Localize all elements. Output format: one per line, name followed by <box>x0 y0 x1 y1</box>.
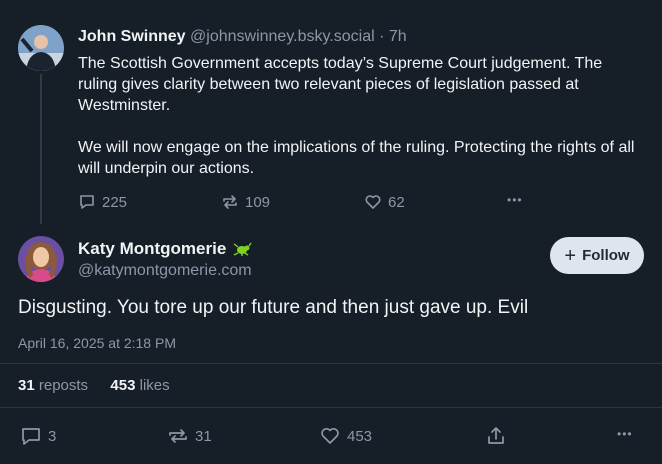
parent-reply-button[interactable]: 225 <box>78 193 127 211</box>
share-button[interactable] <box>485 425 507 447</box>
main-like-button[interactable]: 453 <box>319 426 372 446</box>
parent-more-button[interactable]: ••• <box>507 193 523 207</box>
parent-post-paragraph-1: The Scottish Government accepts today’s … <box>78 55 603 114</box>
repost-icon <box>169 429 187 443</box>
repost-stat[interactable]: 31 reposts <box>18 377 92 394</box>
plus-icon: + <box>564 244 577 267</box>
divider-top <box>0 363 662 364</box>
main-like-count: 453 <box>347 427 373 445</box>
parent-post-paragraph-2: We will now engage on the implications o… <box>78 139 635 177</box>
katy-montgomerie-avatar[interactable] <box>18 236 64 282</box>
reply-icon <box>80 195 94 209</box>
parent-like-button[interactable]: 62 <box>364 193 405 211</box>
main-repost-button[interactable]: 31 <box>167 426 212 446</box>
follow-button-label: Follow <box>582 247 630 264</box>
main-reply-button[interactable]: 3 <box>20 426 56 446</box>
main-reply-count: 3 <box>48 427 57 445</box>
main-author-row: Katy Montgomerie <box>78 239 252 259</box>
more-icon: ••• <box>507 193 523 207</box>
follow-button[interactable]: + Follow <box>550 237 644 274</box>
repost-stat-count: 31 <box>18 377 35 394</box>
share-icon <box>488 427 504 444</box>
main-author-handle[interactable]: @katymontgomerie.com <box>78 262 252 280</box>
engagement-stats: 31 reposts 453 likes <box>18 377 170 394</box>
parent-author-name[interactable]: John Swinney <box>78 28 186 45</box>
like-stat[interactable]: 453 likes <box>110 377 169 394</box>
main-more-button[interactable]: ••• <box>617 427 633 441</box>
main-repost-count: 31 <box>195 427 212 445</box>
like-icon <box>365 195 381 209</box>
bug-badge-icon <box>233 242 252 256</box>
like-stat-count: 453 <box>110 377 136 394</box>
divider-bottom <box>0 407 662 408</box>
parent-repost-count: 109 <box>245 193 271 211</box>
like-icon <box>321 427 339 444</box>
repost-icon <box>223 195 237 209</box>
parent-author-handle[interactable]: @johnswinney.bsky.social <box>190 28 375 45</box>
repost-stat-label: reposts <box>38 377 89 394</box>
parent-repost-button[interactable]: 109 <box>221 193 270 211</box>
more-icon: ••• <box>617 427 633 441</box>
main-author-name[interactable]: Katy Montgomerie <box>78 239 226 259</box>
thread-connector-line <box>40 74 42 224</box>
parent-post-time: · 7h <box>379 28 407 45</box>
parent-post-text: The Scottish Government accepts today’s … <box>78 53 638 179</box>
like-stat-label: likes <box>139 377 170 394</box>
john-swinney-avatar[interactable] <box>18 25 64 71</box>
parent-like-count: 62 <box>388 193 405 211</box>
parent-post-header: John Swinney @johnswinney.bsky.social · … <box>78 28 407 46</box>
main-post-text: Disgusting. You tore up our future and t… <box>18 297 529 318</box>
main-post-timestamp[interactable]: April 16, 2025 at 2:18 PM <box>18 335 176 351</box>
parent-reply-count: 225 <box>102 193 128 211</box>
reply-icon <box>22 428 40 445</box>
